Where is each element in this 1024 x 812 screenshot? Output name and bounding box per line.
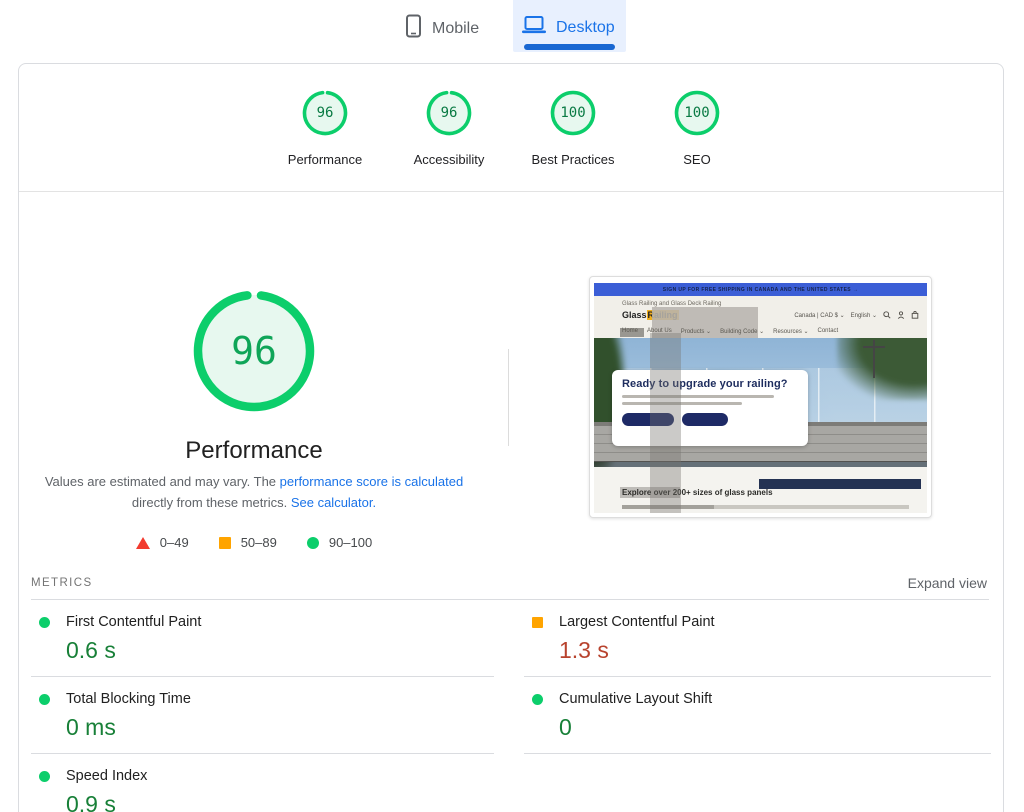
metric-name: First Contentful Paint: [66, 614, 201, 630]
legend-range: 50–89: [241, 535, 277, 550]
legend-fail: 0–49: [136, 535, 189, 550]
performance-disclaimer: Values are estimated and may vary. The p…: [34, 471, 474, 513]
preview-scroll-overlay-strip: [650, 333, 681, 513]
gauge-label: SEO: [683, 152, 710, 167]
metric-value: 1.3 s: [559, 637, 991, 664]
pass-circle-icon: [39, 771, 50, 782]
disclaimer-text: Values are estimated and may vary. The: [45, 474, 280, 489]
preview-nav-item: Resources ⌄: [773, 328, 808, 335]
metric-row-total-blocking-time: Total Blocking Time 0 ms: [31, 677, 494, 754]
preview-dark-strip: [759, 479, 921, 489]
report-card: 96 Performance 96 Accessibility 100 Best…: [18, 63, 1004, 812]
legend-range: 90–100: [329, 535, 372, 550]
metric-value: 0.9 s: [66, 791, 494, 812]
metric-name: Largest Contentful Paint: [559, 614, 715, 630]
disclaimer-text: directly from these metrics.: [132, 495, 291, 510]
logo-text: Glass: [622, 310, 647, 320]
gauge-score: 100: [674, 90, 720, 136]
search-icon: [883, 311, 891, 319]
category-gauges-row: 96 Performance 96 Accessibility 100 Best…: [19, 90, 1003, 167]
fail-triangle-icon: [136, 537, 150, 549]
gauge-accessibility[interactable]: 96 Accessibility: [403, 90, 495, 167]
legend-range: 0–49: [160, 535, 189, 550]
preview-site-header: Glass Railing and Glass Deck Railing Gla…: [594, 296, 927, 338]
preview-explore-section: Explore over 200+ sizes of glass panels: [594, 467, 927, 513]
preview-nav-item: Building Code ⌄: [720, 328, 764, 335]
expand-view-button[interactable]: Expand view: [908, 575, 987, 591]
tab-desktop-label: Desktop: [556, 19, 615, 37]
gauge-label: Best Practices: [531, 152, 614, 167]
metric-name: Total Blocking Time: [66, 691, 191, 707]
metric-row-speed-index: Speed Index 0.9 s: [31, 754, 494, 812]
preview-hero: Ready to upgrade your railing?: [594, 338, 927, 467]
preview-language: English ⌄: [851, 312, 877, 319]
mobile-phone-icon: [404, 14, 423, 43]
gauge-score: 100: [550, 90, 596, 136]
active-tab-indicator: [524, 44, 615, 50]
pass-circle-icon: [39, 617, 50, 628]
tab-desktop[interactable]: Desktop: [521, 14, 615, 41]
vertical-divider: [508, 349, 509, 446]
blurred-text-bar: [622, 395, 774, 398]
gauge-score: 96: [426, 90, 472, 136]
average-square-icon: [219, 537, 231, 549]
preview-header-controls: Canada | CAD $ ⌄ English ⌄: [794, 311, 919, 319]
site-preview-thumbnail: SIGN UP FOR FREE SHIPPING IN CANADA AND …: [589, 276, 932, 518]
gauge-performance[interactable]: 96 Performance: [279, 90, 371, 167]
metrics-section-label: METRICS: [31, 577, 93, 589]
preview-locale: Canada | CAD $ ⌄: [794, 312, 844, 319]
legend-average: 50–89: [219, 535, 277, 550]
promo-banner-text: SIGN UP FOR FREE SHIPPING IN CANADA AND …: [663, 287, 858, 293]
gauge-label: Performance: [288, 152, 362, 167]
metric-value: 0.6 s: [66, 637, 494, 664]
preview-hero-card: Ready to upgrade your railing?: [612, 370, 808, 446]
account-icon: [897, 311, 905, 319]
average-square-icon: [532, 617, 543, 628]
legend-pass: 90–100: [307, 535, 372, 550]
metric-value: 0 ms: [66, 714, 494, 741]
score-calculated-link[interactable]: performance score is calculated: [280, 474, 464, 489]
utility-pole-crossbar: [863, 346, 885, 348]
tab-mobile[interactable]: Mobile: [404, 14, 479, 43]
metric-row-first-contentful-paint: First Contentful Paint 0.6 s: [31, 600, 494, 677]
preview-nav-item: Contact: [818, 328, 839, 335]
pass-circle-icon: [307, 537, 319, 549]
preview-explore-heading: Explore over 200+ sizes of glass panels: [622, 488, 773, 497]
pagespeed-report: Mobile Desktop 96 Performance 96 A: [0, 0, 1024, 812]
pass-circle-icon: [39, 694, 50, 705]
metric-value: 0: [559, 714, 991, 741]
metric-row-largest-contentful-paint: Largest Contentful Paint 1.3 s: [524, 600, 991, 677]
preview-products-button: [682, 413, 728, 426]
blurred-text-bar: [622, 402, 742, 405]
tab-mobile-label: Mobile: [432, 20, 479, 38]
metric-name: Cumulative Layout Shift: [559, 691, 712, 707]
section-divider: [19, 191, 1003, 192]
score-legend: 0–49 50–89 90–100: [19, 535, 489, 550]
desktop-laptop-icon: [521, 14, 547, 41]
preview-nav-item: Home: [622, 328, 638, 335]
cart-icon: [911, 311, 919, 319]
see-calculator-link[interactable]: See calculator.: [291, 495, 376, 510]
metric-name: Speed Index: [66, 768, 147, 784]
metric-row-cumulative-layout-shift: Cumulative Layout Shift 0: [524, 677, 991, 754]
performance-main-score: 96: [192, 289, 316, 413]
gauge-seo[interactable]: 100 SEO: [651, 90, 743, 167]
preview-hero-title: Ready to upgrade your railing?: [622, 378, 798, 391]
gauge-label: Accessibility: [414, 152, 485, 167]
pass-circle-icon: [532, 694, 543, 705]
gauge-score: 96: [302, 90, 348, 136]
performance-main-gauge: 96: [192, 289, 316, 413]
performance-section-title: Performance: [19, 437, 489, 465]
preview-nav-item: Products ⌄: [681, 328, 711, 335]
gauge-best-practices[interactable]: 100 Best Practices: [527, 90, 619, 167]
preview-promo-banner: SIGN UP FOR FREE SHIPPING IN CANADA AND …: [594, 283, 927, 296]
metrics-column-right: Largest Contentful Paint 1.3 s Cumulativ…: [524, 600, 991, 754]
metrics-column-left: First Contentful Paint 0.6 s Total Block…: [31, 600, 494, 812]
